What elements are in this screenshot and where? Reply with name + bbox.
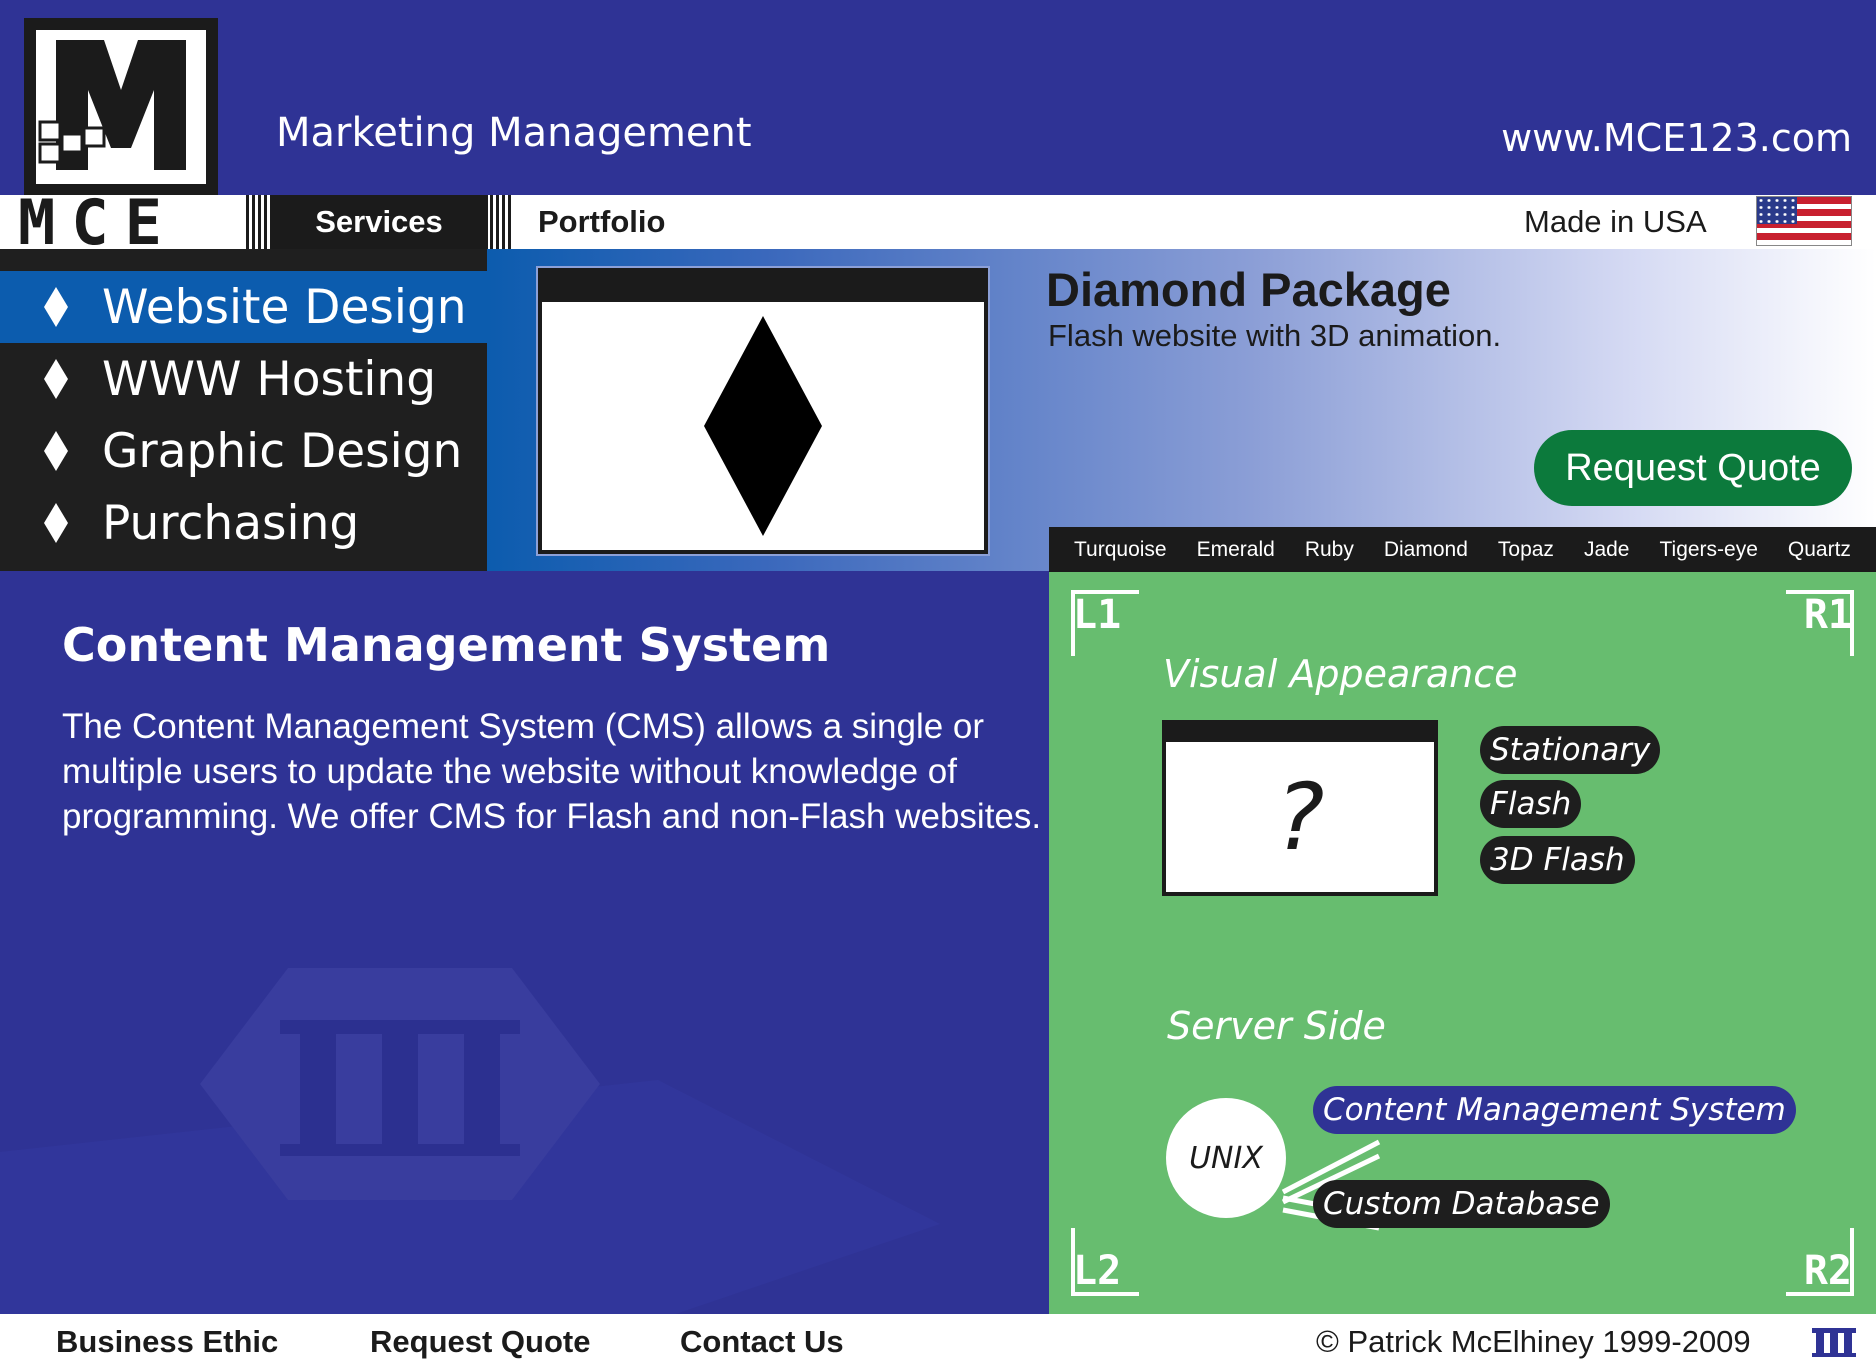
side-menu: Website Design WWW Hosting Graphic Desig… xyxy=(0,249,487,571)
tab-diamond[interactable]: Diamond xyxy=(1384,538,1468,562)
option-flash[interactable]: Flash xyxy=(1480,780,1582,828)
menu-item-label: Purchasing xyxy=(102,495,360,551)
unix-server-badge: UNIX xyxy=(1166,1098,1286,1218)
corner-label-r2: R2 xyxy=(1803,1248,1852,1294)
menu-item-graphic-design[interactable]: Graphic Design xyxy=(0,415,487,487)
diamond-icon xyxy=(44,431,68,471)
tab-ruby[interactable]: Ruby xyxy=(1305,538,1354,562)
option-content-management-system[interactable]: Content Management System xyxy=(1313,1086,1796,1134)
us-flag-icon xyxy=(1756,196,1852,246)
tab-jade[interactable]: Jade xyxy=(1584,538,1630,562)
menu-item-www-hosting[interactable]: WWW Hosting xyxy=(0,343,487,415)
menu-item-label: WWW Hosting xyxy=(102,351,437,407)
package-tabs: Turquoise Emerald Ruby Diamond Topaz Jad… xyxy=(1049,527,1876,572)
visual-appearance-title: Visual Appearance xyxy=(1163,652,1518,696)
site-url[interactable]: www.MCE123.com xyxy=(1501,116,1852,160)
server-side-title: Server Side xyxy=(1167,1004,1386,1048)
package-preview-window xyxy=(538,268,988,554)
footer-link-contact-us[interactable]: Contact Us xyxy=(680,1314,844,1370)
logo-m-mark xyxy=(36,30,206,184)
diamond-icon xyxy=(44,503,68,543)
diamond-package-icon xyxy=(704,316,822,536)
diamond-icon xyxy=(44,287,68,327)
corner-label-l2: L2 xyxy=(1073,1248,1122,1294)
nav-portfolio[interactable]: Portfolio xyxy=(514,195,694,249)
mce-logo[interactable] xyxy=(24,18,218,196)
corner-label-l1: L1 xyxy=(1073,592,1122,638)
menu-item-website-design[interactable]: Website Design xyxy=(0,271,487,343)
option-3d-flash[interactable]: 3D Flash xyxy=(1480,836,1635,884)
content-title: Content Management System xyxy=(62,618,831,672)
nav-services[interactable]: Services xyxy=(270,195,488,249)
diamond-icon xyxy=(44,359,68,399)
footer-link-request-quote[interactable]: Request Quote xyxy=(370,1314,590,1370)
content-body: The Content Management System (CMS) allo… xyxy=(62,707,1042,836)
visual-preview-window: ? xyxy=(1162,720,1438,896)
tab-tigers-eye[interactable]: Tigers-eye xyxy=(1659,538,1757,562)
nav-divider xyxy=(490,195,514,249)
tab-emerald[interactable]: Emerald xyxy=(1197,538,1275,562)
corner-label-r1: R1 xyxy=(1803,592,1852,638)
request-quote-button[interactable]: Request Quote xyxy=(1534,430,1852,506)
menu-item-label: Graphic Design xyxy=(102,423,463,479)
columns-icon[interactable] xyxy=(1810,1326,1858,1358)
flag-canton xyxy=(1757,197,1797,224)
menu-item-purchasing[interactable]: Purchasing xyxy=(0,487,487,559)
package-description: Flash website with 3D animation. xyxy=(1048,318,1502,353)
package-title: Diamond Package xyxy=(1046,263,1451,316)
header xyxy=(0,0,1876,195)
tab-turquoise[interactable]: Turquoise xyxy=(1074,538,1167,562)
copyright-text: © Patrick McElhiney 1999-2009 xyxy=(1316,1324,1751,1359)
package-details-panel: L1 R1 L2 R2 Visual Appearance Server Sid… xyxy=(1049,572,1876,1314)
tab-topaz[interactable]: Topaz xyxy=(1498,538,1554,562)
site-tagline: Marketing Management xyxy=(276,110,752,156)
option-stationary[interactable]: Stationary xyxy=(1480,726,1661,774)
tab-quartz[interactable]: Quartz xyxy=(1788,538,1851,562)
footer-link-business-ethic[interactable]: Business Ethic xyxy=(56,1314,278,1370)
menu-item-label: Website Design xyxy=(102,279,467,335)
nav-divider xyxy=(246,195,270,249)
option-custom-database[interactable]: Custom Database xyxy=(1313,1180,1610,1228)
logo-wordmark: MCE xyxy=(18,186,178,259)
made-in-usa-label: Made in USA xyxy=(1524,204,1707,239)
